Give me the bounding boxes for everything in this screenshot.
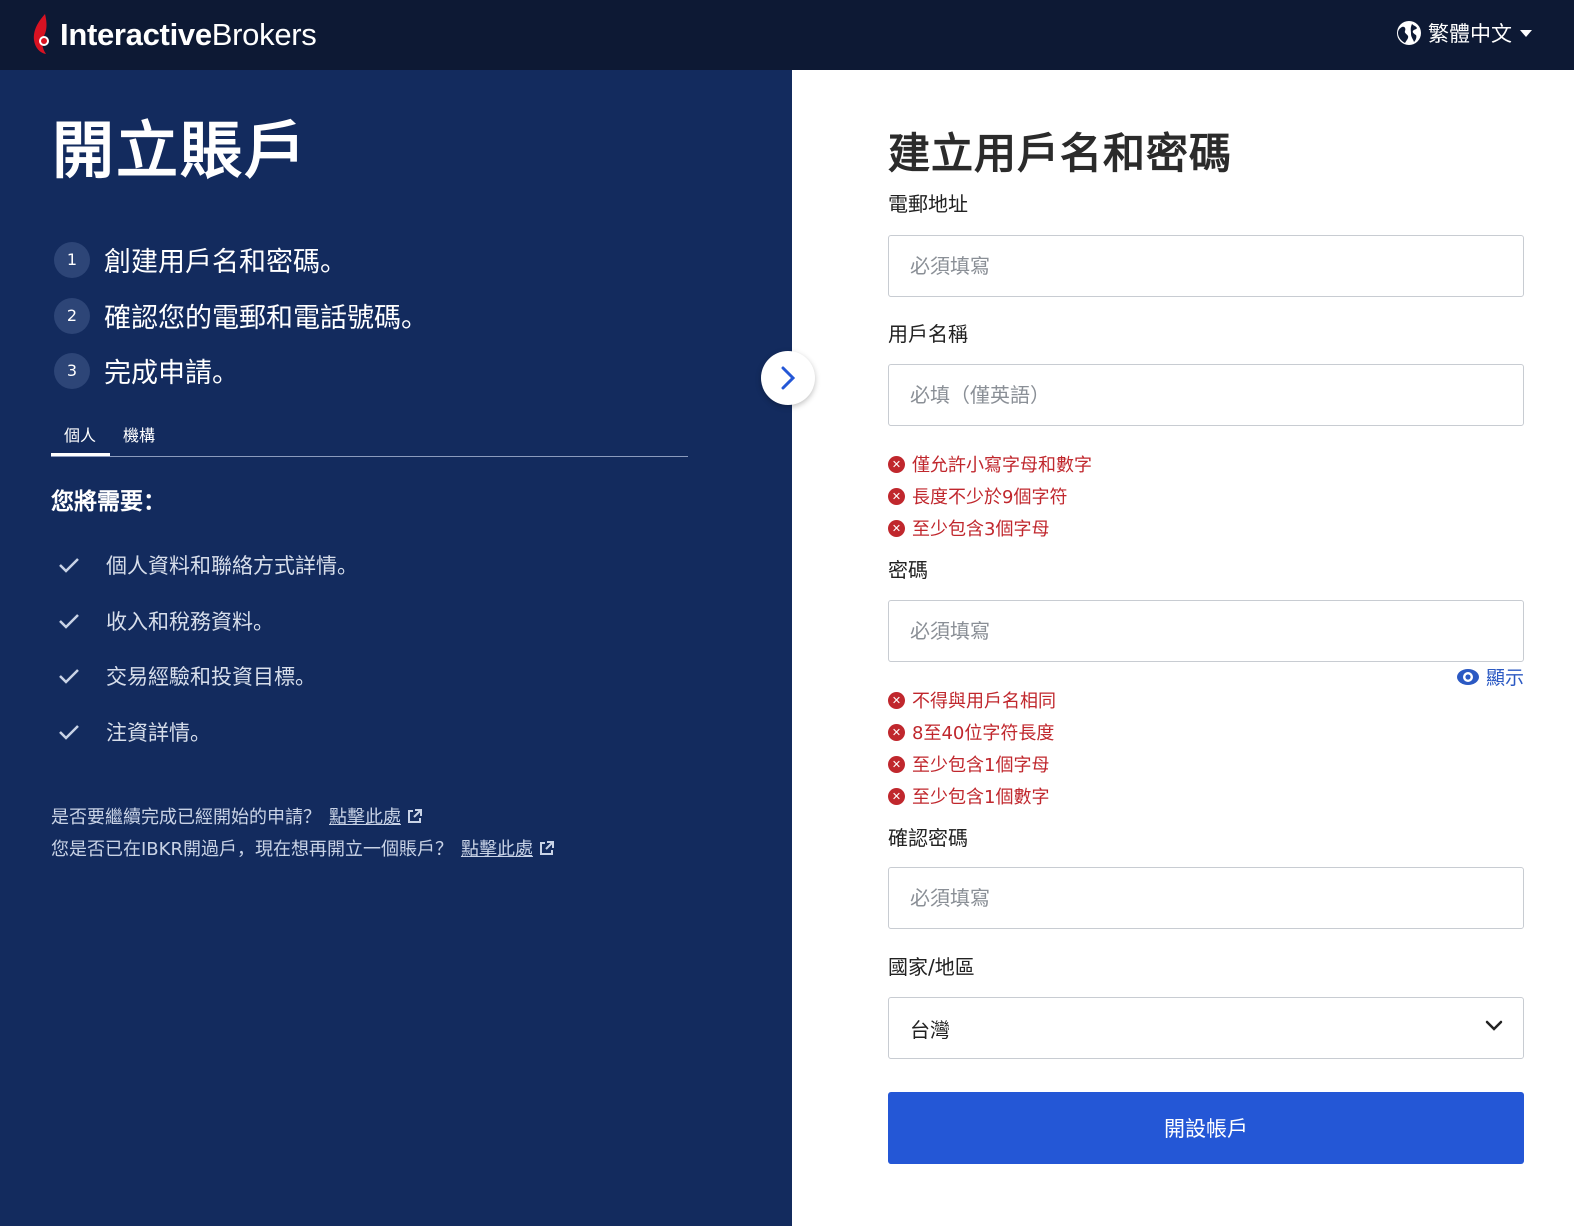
chevron-down-icon (1485, 1020, 1503, 1031)
step-1: 1 創建用戶名和密碼。 (54, 240, 347, 279)
requirements-heading: 您將需要： (51, 489, 166, 515)
username-error: ✕ 長度不少於9個字符 (888, 483, 1067, 509)
confirm-password-field[interactable] (888, 867, 1524, 929)
existing-account-link[interactable]: 點擊此處 (461, 835, 533, 861)
requirement-text: 交易經驗和投資目標。 (106, 665, 316, 689)
password-field[interactable] (888, 600, 1524, 662)
open-account-button[interactable]: 開設帳戶 (888, 1092, 1524, 1164)
checkmark-icon (59, 558, 79, 573)
checkmark-icon (59, 725, 79, 740)
error-icon: ✕ (888, 755, 905, 773)
form-title: 建立用戶名和密碼 (888, 129, 1233, 178)
password-error: ✕ 不得與用戶名相同 (888, 687, 1056, 713)
language-label: 繁體中文 (1428, 22, 1512, 46)
requirement-item: 個人資料和聯絡方式詳情。 (58, 550, 358, 580)
brand-name-light: Brokers (211, 16, 317, 52)
chevron-right-icon (781, 366, 796, 390)
step-text: 創建用戶名和密碼。 (104, 247, 347, 278)
step-number: 1 (54, 241, 90, 278)
requirement-text: 注資詳情。 (106, 721, 211, 745)
info-panel: 開立賬戶 1 創建用戶名和密碼。 2 確認您的電郵和電話號碼。 3 完成申請。 … (0, 70, 792, 1226)
show-password-label: 顯示 (1485, 667, 1524, 689)
step-number: 2 (54, 297, 90, 334)
password-error: ✕ 至少包含1個數字 (888, 783, 1049, 809)
password-label: 密碼 (888, 558, 928, 582)
error-icon: ✕ (888, 723, 905, 741)
username-label: 用戶名稱 (888, 322, 968, 346)
requirement-item: 注資詳情。 (58, 717, 211, 747)
error-icon: ✕ (888, 691, 905, 709)
requirement-item: 收入和稅務資料。 (58, 606, 274, 636)
error-icon: ✕ (888, 519, 905, 537)
country-label: 國家/地區 (888, 955, 975, 979)
error-text: 至少包含1個字母 (912, 755, 1050, 776)
checkmark-icon (59, 669, 79, 684)
tab-individual[interactable]: 個人 (50, 422, 111, 456)
email-field[interactable] (888, 235, 1524, 297)
step-2: 2 確認您的電郵和電話號碼。 (54, 296, 428, 335)
username-error: ✕ 僅允許小寫字母和數字 (888, 451, 1092, 477)
external-link-icon (539, 840, 554, 855)
error-text: 至少包含3個字母 (912, 519, 1050, 540)
language-selector[interactable]: 繁體中文 (1396, 18, 1532, 48)
existing-account-line: 您是否已在IBKR開過戶，現在想再開立一個賬戶？ 點擊此處 (51, 835, 555, 861)
requirement-text: 個人資料和聯絡方式詳情。 (106, 554, 358, 578)
brand-name: InteractiveBrokers (60, 19, 317, 50)
eye-icon (1456, 668, 1479, 685)
resume-application-line: 是否要繼續完成已經開始的申請？ 點擊此處 (51, 803, 423, 829)
password-error: ✕ 至少包含1個字母 (888, 751, 1049, 777)
confirm-password-label: 確認密碼 (888, 826, 968, 850)
tab-institution[interactable]: 機構 (123, 422, 155, 446)
username-error: ✕ 至少包含3個字母 (888, 515, 1049, 541)
username-field[interactable] (888, 364, 1524, 426)
globe-icon (1397, 21, 1421, 45)
error-icon: ✕ (888, 455, 905, 473)
error-icon: ✕ (888, 787, 905, 805)
caret-down-icon (1520, 29, 1532, 37)
top-bar: InteractiveBrokers 繁體中文 (0, 0, 1574, 70)
step-text: 確認您的電郵和電話號碼。 (104, 303, 428, 334)
error-text: 僅允許小寫字母和數字 (912, 455, 1092, 476)
step-text: 完成申請。 (104, 358, 239, 389)
step-number: 3 (54, 352, 90, 389)
country-value: 台灣 (910, 1017, 950, 1042)
email-label: 電郵地址 (888, 192, 968, 216)
error-text: 長度不少於9個字符 (912, 487, 1068, 508)
country-select[interactable]: 台灣 (888, 997, 1524, 1059)
account-type-tabs: 個人 機構 (50, 408, 688, 457)
error-text: 不得與用戶名相同 (912, 691, 1056, 712)
brand-name-bold: Interactive (60, 16, 212, 52)
error-text: 至少包含1個數字 (912, 787, 1050, 808)
error-text: 8至40位字符長度 (912, 723, 1055, 744)
show-password-toggle[interactable]: 顯示 (1456, 663, 1524, 690)
brand-flame-icon (33, 14, 49, 54)
brand-logo[interactable]: InteractiveBrokers (30, 12, 317, 56)
password-error: ✕ 8至40位字符長度 (888, 719, 1054, 745)
requirement-text: 收入和稅務資料。 (106, 610, 274, 634)
collapse-panel-button[interactable] (761, 351, 815, 405)
resume-application-text: 是否要繼續完成已經開始的申請？ (51, 807, 321, 828)
checkmark-icon (59, 614, 79, 629)
page-title: 開立賬戶 (52, 114, 309, 187)
resume-application-link[interactable]: 點擊此處 (329, 803, 401, 829)
error-icon: ✕ (888, 487, 905, 505)
external-link-icon (408, 808, 422, 823)
step-3: 3 完成申請。 (54, 351, 239, 390)
requirement-item: 交易經驗和投資目標。 (58, 661, 316, 691)
existing-account-text: 您是否已在IBKR開過戶，現在想再開立一個賬戶？ (51, 839, 453, 860)
